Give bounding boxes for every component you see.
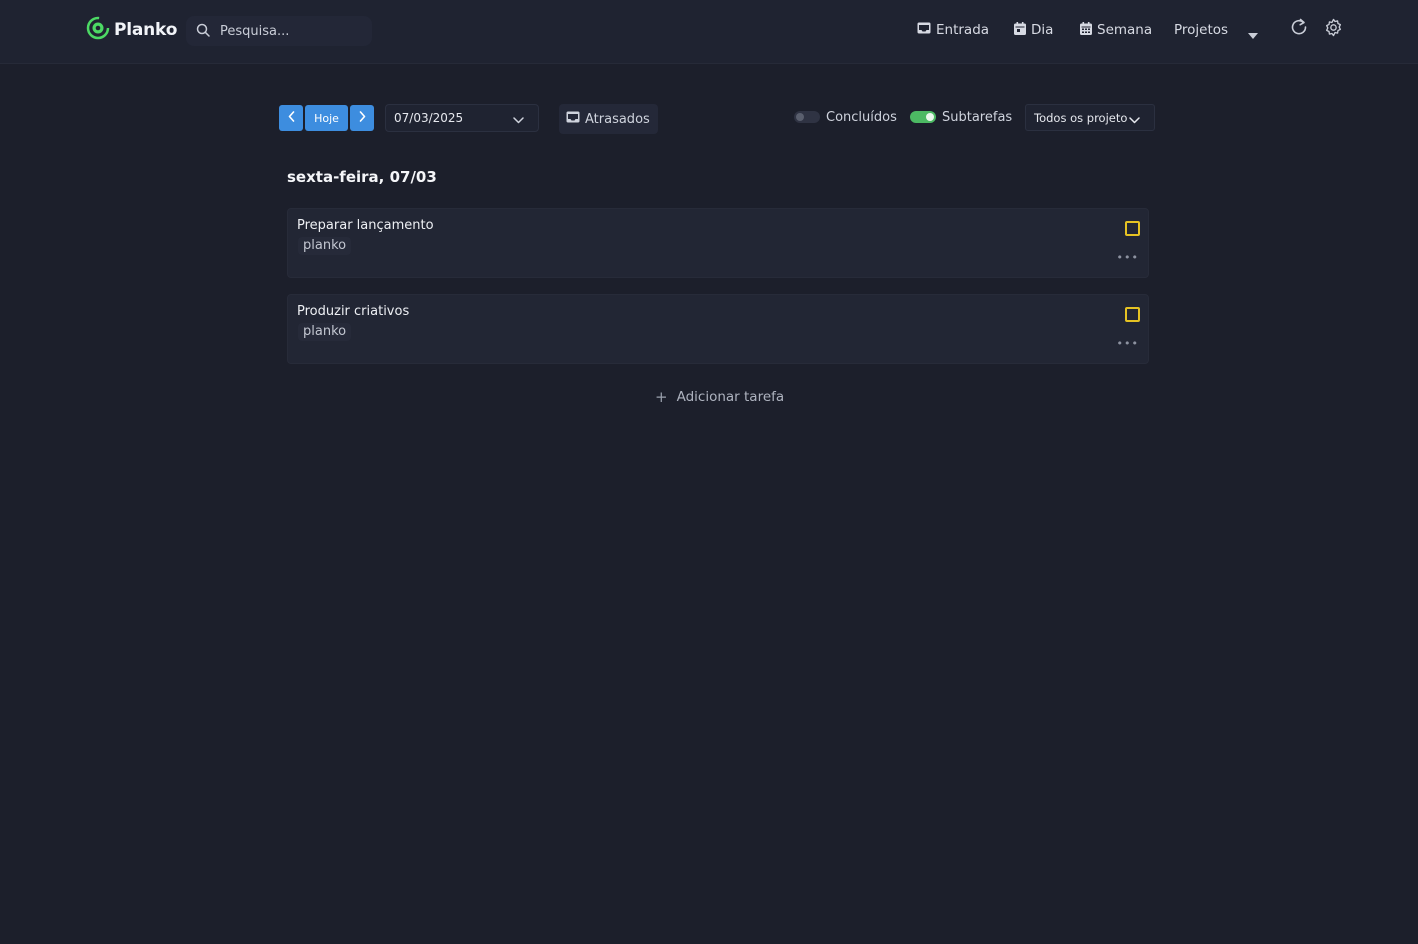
task-project-tag[interactable]: planko bbox=[298, 237, 352, 255]
add-task-button[interactable]: + Adicionar tarefa bbox=[655, 387, 784, 407]
projects-dropdown[interactable]: Projetos bbox=[1166, 15, 1270, 45]
task-complete-checkbox[interactable] bbox=[1125, 307, 1140, 322]
chevron-right-icon bbox=[359, 111, 366, 125]
inbox-icon bbox=[917, 22, 931, 38]
task-card[interactable]: Produzir criativos planko ••• bbox=[287, 294, 1149, 364]
next-day-button[interactable] bbox=[350, 105, 374, 131]
project-filter-select[interactable]: Todos os projetos bbox=[1025, 104, 1155, 131]
refresh-button[interactable] bbox=[1288, 18, 1310, 40]
nav-semana[interactable]: Semana bbox=[1080, 20, 1152, 40]
subtasks-toggle-label: Subtarefas bbox=[942, 109, 1013, 125]
nav-entrada-label: Entrada bbox=[936, 22, 990, 38]
day-heading: sexta-feira, 07/03 bbox=[287, 168, 437, 186]
task-complete-checkbox[interactable] bbox=[1125, 221, 1140, 236]
subtasks-toggle[interactable] bbox=[910, 111, 936, 123]
refresh-icon bbox=[1290, 18, 1308, 40]
search-box[interactable] bbox=[186, 16, 372, 46]
add-task-label: Adicionar tarefa bbox=[676, 389, 785, 405]
project-filter-value: Todos os projetos bbox=[1034, 110, 1128, 125]
completed-toggle-group: Concluídos bbox=[794, 104, 897, 130]
more-options-icon[interactable]: ••• bbox=[1117, 252, 1139, 263]
gear-icon bbox=[1324, 18, 1343, 41]
brand[interactable]: Planko bbox=[86, 16, 178, 44]
nav-semana-label: Semana bbox=[1097, 22, 1153, 38]
caret-down-icon bbox=[1248, 27, 1258, 43]
app-name: Planko bbox=[114, 20, 178, 40]
task-title[interactable]: Produzir criativos bbox=[297, 304, 409, 319]
date-picker-value: 07/03/2025 bbox=[394, 111, 464, 125]
task-project-tag[interactable]: planko bbox=[298, 323, 352, 341]
inbox-icon bbox=[566, 111, 580, 127]
top-navigation-bar: Planko Entrada Dia Semana Projetos bbox=[0, 0, 1418, 64]
calendar-day-icon bbox=[1014, 21, 1026, 39]
date-picker[interactable]: 07/03/2025 bbox=[385, 104, 539, 132]
previous-day-button[interactable] bbox=[279, 105, 303, 131]
settings-button[interactable] bbox=[1322, 18, 1344, 40]
planko-logo-icon bbox=[86, 16, 110, 44]
chevron-left-icon bbox=[288, 111, 295, 125]
more-options-icon[interactable]: ••• bbox=[1117, 338, 1139, 349]
chevron-down-icon bbox=[513, 113, 524, 127]
nav-dia[interactable]: Dia bbox=[1014, 20, 1053, 40]
nav-dia-label: Dia bbox=[1031, 22, 1054, 38]
subtasks-toggle-group: Subtarefas bbox=[910, 104, 1012, 130]
chevron-down-icon bbox=[1129, 113, 1140, 127]
completed-toggle-label: Concluídos bbox=[826, 109, 897, 125]
search-icon bbox=[196, 22, 210, 41]
today-button[interactable]: Hoje bbox=[305, 105, 348, 131]
search-input[interactable] bbox=[220, 23, 360, 39]
overdue-label: Atrasados bbox=[585, 111, 650, 127]
overdue-button[interactable]: Atrasados bbox=[559, 104, 658, 134]
nav-entrada[interactable]: Entrada bbox=[917, 20, 989, 40]
projects-dropdown-label: Projetos bbox=[1174, 22, 1229, 38]
completed-toggle[interactable] bbox=[794, 111, 820, 123]
task-card[interactable]: Preparar lançamento planko ••• bbox=[287, 208, 1149, 278]
task-title[interactable]: Preparar lançamento bbox=[297, 218, 434, 233]
plus-icon: + bbox=[655, 388, 668, 406]
calendar-week-icon bbox=[1080, 21, 1092, 39]
